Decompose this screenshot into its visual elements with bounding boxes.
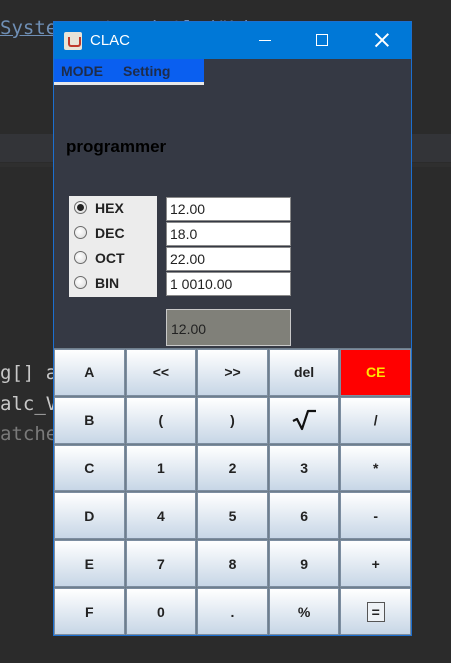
- key-2[interactable]: 2: [197, 444, 268, 492]
- key-equals[interactable]: =: [340, 588, 411, 635]
- radio-dec[interactable]: DEC: [74, 222, 154, 244]
- key-3[interactable]: 3: [268, 444, 340, 492]
- key-7[interactable]: 7: [125, 540, 197, 588]
- key-multiply[interactable]: *: [340, 444, 411, 492]
- key-b[interactable]: B: [54, 396, 125, 444]
- key-divide[interactable]: /: [340, 396, 411, 444]
- mode-label: programmer: [66, 137, 167, 156]
- key-4[interactable]: 4: [125, 492, 197, 540]
- keypad: A << >> del CE B ( ) / C 1 2 3 * D 4 5 6…: [54, 348, 411, 635]
- key-6[interactable]: 6: [268, 492, 340, 540]
- key-0[interactable]: 0: [125, 588, 197, 635]
- key-e[interactable]: E: [54, 540, 125, 588]
- key-add[interactable]: +: [340, 540, 411, 588]
- window-title: CLAC: [90, 32, 131, 49]
- hex-value-field[interactable]: 12.00: [166, 197, 291, 221]
- dec-value-field[interactable]: 18.0: [166, 222, 291, 246]
- base-radio-group: HEX DEC OCT BIN: [69, 196, 157, 297]
- radio-button-checked[interactable]: [74, 201, 87, 214]
- background-code-line: atche: [0, 423, 58, 445]
- key-clear-entry[interactable]: CE: [340, 349, 411, 396]
- radio-button[interactable]: [74, 251, 87, 264]
- key-sqrt[interactable]: [268, 396, 340, 444]
- background-code-line: g[] a: [0, 362, 58, 384]
- key-9[interactable]: 9: [268, 540, 340, 588]
- key-subtract[interactable]: -: [340, 492, 411, 540]
- title-bar[interactable]: CLAC: [54, 22, 411, 59]
- key-delete[interactable]: del: [268, 349, 340, 396]
- radio-hex[interactable]: HEX: [74, 197, 154, 219]
- key-8[interactable]: 8: [197, 540, 268, 588]
- key-shift-left[interactable]: <<: [125, 349, 197, 396]
- maximize-icon: [316, 34, 328, 46]
- minimize-icon: [259, 40, 271, 41]
- sqrt-icon: [292, 410, 317, 431]
- close-button[interactable]: [354, 22, 410, 59]
- radio-button[interactable]: [74, 276, 87, 289]
- menu-setting[interactable]: Setting: [123, 63, 170, 79]
- java-app-icon: [64, 32, 82, 50]
- radio-label: HEX: [95, 200, 124, 216]
- radio-bin[interactable]: BIN: [74, 272, 154, 294]
- key-a[interactable]: A: [54, 349, 125, 396]
- background-code-line: alc_V: [0, 393, 58, 415]
- result-display: 12.00: [166, 309, 291, 346]
- maximize-button[interactable]: [294, 22, 350, 59]
- key-decimal[interactable]: .: [197, 588, 268, 635]
- radio-label: DEC: [95, 225, 125, 241]
- menu-mode[interactable]: MODE: [61, 63, 103, 79]
- radio-label: BIN: [95, 275, 120, 291]
- equals-label: =: [366, 601, 385, 622]
- radio-label: OCT: [95, 250, 125, 266]
- key-close-paren[interactable]: ): [197, 396, 268, 444]
- key-1[interactable]: 1: [125, 444, 197, 492]
- minimize-button[interactable]: [237, 22, 293, 59]
- key-d[interactable]: D: [54, 492, 125, 540]
- menu-bar: MODE Setting: [54, 59, 204, 85]
- radio-oct[interactable]: OCT: [74, 247, 154, 269]
- key-5[interactable]: 5: [197, 492, 268, 540]
- key-shift-right[interactable]: >>: [197, 349, 268, 396]
- key-f[interactable]: F: [54, 588, 125, 635]
- key-percent[interactable]: %: [268, 588, 340, 635]
- key-open-paren[interactable]: (: [125, 396, 197, 444]
- key-c[interactable]: C: [54, 444, 125, 492]
- bin-value-field[interactable]: 1 0010.00: [166, 272, 291, 296]
- oct-value-field[interactable]: 22.00: [166, 247, 291, 271]
- calculator-window: CLAC MODE Setting programmer HEX DEC OCT…: [53, 21, 412, 636]
- radio-button[interactable]: [74, 226, 87, 239]
- close-icon: [374, 32, 390, 48]
